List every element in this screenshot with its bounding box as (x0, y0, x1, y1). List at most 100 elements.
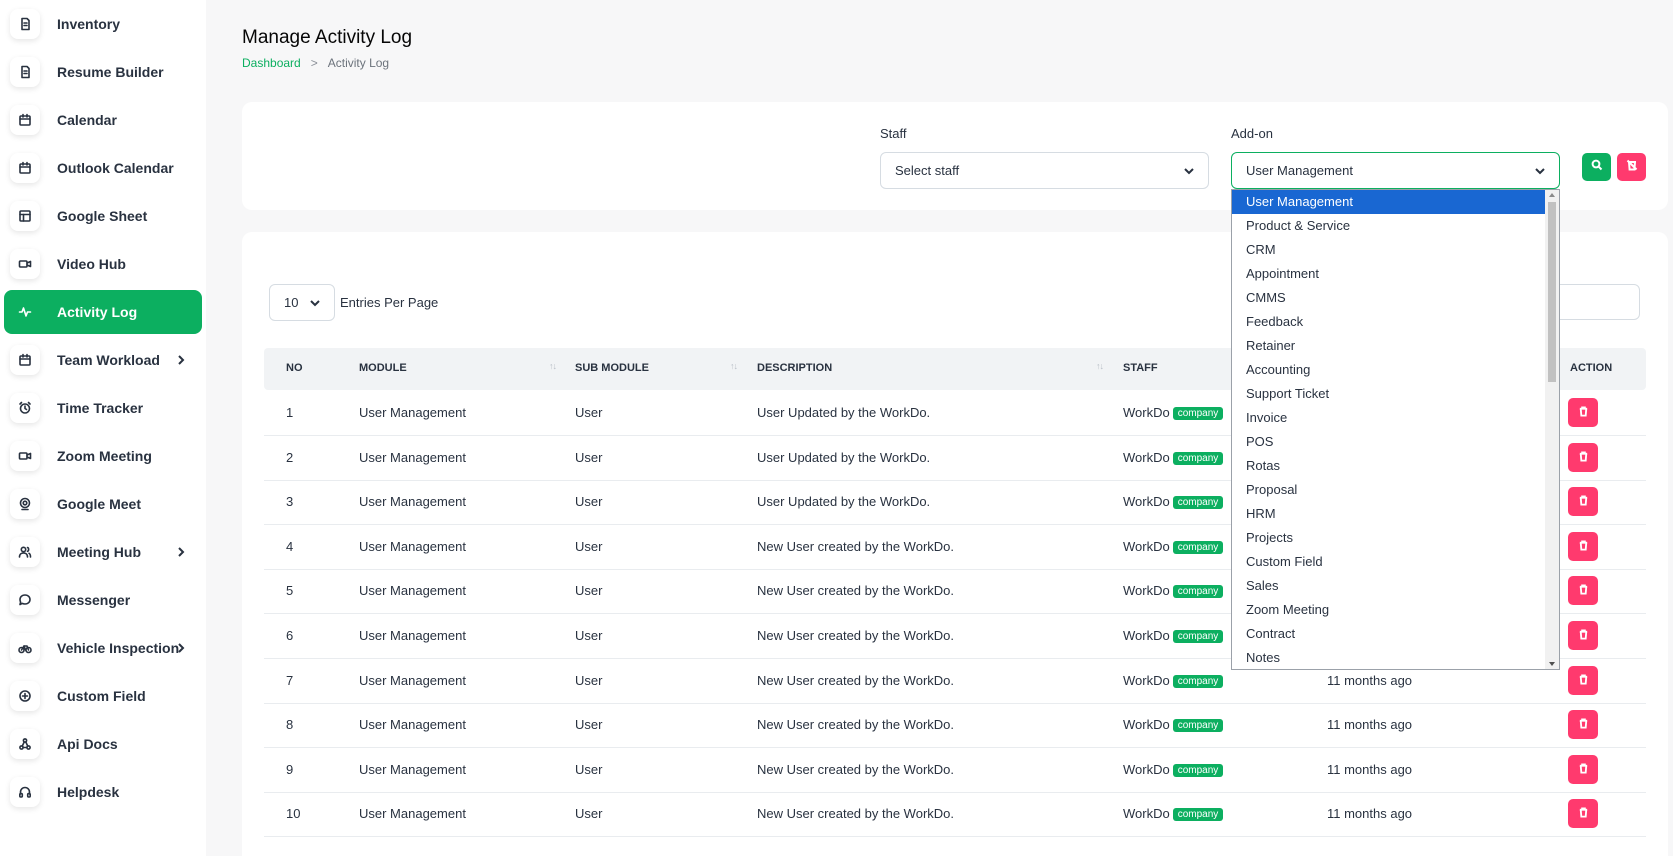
addon-option[interactable]: Support Ticket (1232, 382, 1545, 406)
cell-staff: WorkDo company (1123, 806, 1224, 821)
chevron-right-icon (174, 641, 188, 655)
sidebar-item-resume-builder[interactable]: Resume Builder (4, 50, 202, 94)
sidebar-item-helpdesk[interactable]: Helpdesk (4, 770, 202, 814)
delete-button[interactable] (1568, 755, 1598, 784)
addon-option[interactable]: Accounting (1232, 358, 1545, 382)
scroll-up-arrow-icon[interactable] (1549, 193, 1555, 197)
cell-module: User Management (359, 450, 466, 465)
addon-option[interactable]: Sales (1232, 574, 1545, 598)
dropdown-scrollbar[interactable] (1545, 190, 1559, 669)
addon-option[interactable]: CRM (1232, 238, 1545, 262)
addon-option[interactable]: POS (1232, 430, 1545, 454)
sidebar-item-meeting-hub[interactable]: Meeting Hub (4, 530, 202, 574)
staff-name: WorkDo (1123, 494, 1170, 509)
column-header-sub-module[interactable]: SUB MODULE (575, 362, 649, 374)
column-header-no[interactable]: NO (286, 362, 303, 374)
cell-description: User Updated by the WorkDo. (757, 405, 931, 420)
cell-staff: WorkDo company (1123, 583, 1224, 598)
breadcrumb-dashboard-link[interactable]: Dashboard (242, 56, 301, 70)
sidebar-item-calendar[interactable]: Calendar (4, 98, 202, 142)
sidebar-item-messenger[interactable]: Messenger (4, 578, 202, 622)
cell-module: User Management (359, 494, 466, 509)
addon-select[interactable]: User Management (1231, 152, 1560, 189)
sidebar-item-vehicle-inspection[interactable]: Vehicle Inspection (4, 626, 202, 670)
calendar-icon (10, 105, 40, 135)
addon-option[interactable]: Proposal (1232, 478, 1545, 502)
addon-option[interactable]: Custom Field (1232, 550, 1545, 574)
addon-option[interactable]: Invoice (1232, 406, 1545, 430)
sidebar-item-inventory[interactable]: Inventory (4, 2, 202, 46)
sidebar-item-label: Outlook Calendar (57, 160, 174, 176)
page-title: Manage Activity Log (242, 27, 413, 48)
addon-option[interactable]: CMMS (1232, 286, 1545, 310)
cell-staff: WorkDo company (1123, 717, 1224, 732)
delete-button[interactable] (1568, 487, 1598, 516)
trash-icon (1578, 582, 1589, 600)
addon-option[interactable]: Appointment (1232, 262, 1545, 286)
sidebar-item-outlook-calendar[interactable]: Outlook Calendar (4, 146, 202, 190)
sidebar-item-label: Messenger (57, 592, 131, 608)
column-header-module[interactable]: MODULE (359, 362, 407, 374)
sidebar-item-google-meet[interactable]: Google Meet (4, 482, 202, 526)
sidebar-item-video-hub[interactable]: Video Hub (4, 242, 202, 286)
delete-button[interactable] (1568, 576, 1598, 605)
scroll-down-arrow-icon[interactable] (1549, 662, 1555, 666)
sidebar-item-custom-field[interactable]: Custom Field (4, 674, 202, 718)
chevron-down-icon (1182, 164, 1196, 178)
sidebar-item-zoom-meeting[interactable]: Zoom Meeting (4, 434, 202, 478)
cell-sub-module: User (575, 762, 603, 777)
sidebar-item-activity-log[interactable]: Activity Log (4, 290, 202, 334)
delete-button[interactable] (1568, 621, 1598, 650)
sidebar-item-label: Video Hub (57, 256, 126, 272)
sidebar-item-api-docs[interactable]: Api Docs (4, 722, 202, 766)
sidebar: Inventory Resume Builder Calendar Outlook C… (0, 0, 206, 856)
delete-button[interactable] (1568, 799, 1598, 828)
staff-name: WorkDo (1123, 450, 1170, 465)
cell-description: New User created by the WorkDo. (757, 628, 954, 643)
delete-button[interactable] (1568, 532, 1598, 561)
trash-icon (1578, 404, 1589, 422)
addon-option[interactable]: Zoom Meeting (1232, 598, 1545, 622)
addon-option[interactable]: Retainer (1232, 334, 1545, 358)
addon-option[interactable]: Projects (1232, 526, 1545, 550)
cell-description: New User created by the WorkDo. (757, 762, 954, 777)
cell-module: User Management (359, 539, 466, 554)
plus-circle-icon (10, 681, 40, 711)
addon-option[interactable]: Contract (1232, 622, 1545, 646)
entries-per-page: 10 Entries Per Page (269, 284, 438, 321)
scrollbar-thumb[interactable] (1548, 202, 1556, 382)
addon-option[interactable]: Notes (1232, 646, 1545, 669)
search-button[interactable] (1582, 153, 1611, 181)
staff-select[interactable]: Select staff (880, 152, 1209, 189)
delete-button[interactable] (1568, 666, 1598, 695)
sidebar-item-team-workload[interactable]: Team Workload (4, 338, 202, 382)
trash-icon (1578, 761, 1589, 779)
sort-icon[interactable]: ↑↓ (1096, 361, 1104, 371)
sidebar-item-label: Zoom Meeting (57, 448, 152, 464)
delete-button[interactable] (1568, 443, 1598, 472)
cell-no: 1 (286, 405, 294, 420)
column-header-description[interactable]: DESCRIPTION (757, 362, 832, 374)
entries-select[interactable]: 10 (269, 284, 335, 321)
sidebar-item-time-tracker[interactable]: Time Tracker (4, 386, 202, 430)
cell-sub-module: User (575, 717, 603, 732)
addon-dropdown-list[interactable]: User Management Product & Service CRM Appoi… (1231, 189, 1560, 670)
cell-no: 9 (286, 762, 294, 777)
delete-button[interactable] (1568, 398, 1598, 427)
sidebar-item-label: Meeting Hub (57, 544, 141, 560)
breadcrumb-current: Activity Log (327, 56, 390, 70)
addon-option[interactable]: User Management (1232, 190, 1545, 214)
addon-option[interactable]: Product & Service (1232, 214, 1545, 238)
file-icon (10, 57, 40, 87)
sidebar-item-label: Api Docs (57, 736, 118, 752)
delete-button[interactable] (1568, 710, 1598, 739)
addon-option[interactable]: Rotas (1232, 454, 1545, 478)
sidebar-item-google-sheet[interactable]: Google Sheet (4, 194, 202, 238)
cell-staff: WorkDo company (1123, 628, 1224, 643)
sort-icon[interactable]: ↑↓ (549, 361, 557, 371)
addon-option[interactable]: HRM (1232, 502, 1545, 526)
column-header-staff[interactable]: STAFF (1123, 362, 1158, 374)
reset-filter-button[interactable] (1617, 153, 1646, 181)
sort-icon[interactable]: ↑↓ (730, 361, 738, 371)
addon-option[interactable]: Feedback (1232, 310, 1545, 334)
